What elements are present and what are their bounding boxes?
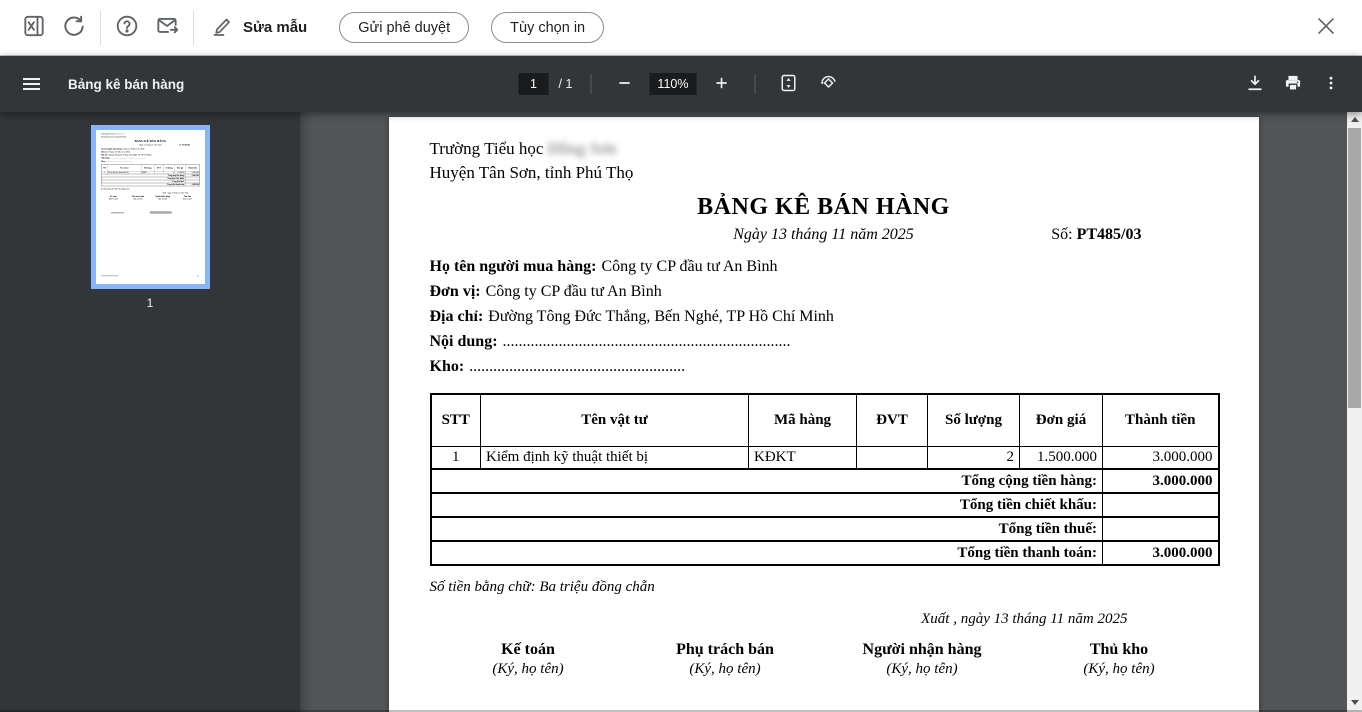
send-approval-button[interactable]: Gửi phê duyệt [339,12,469,43]
print-icon [1283,73,1303,96]
table-header-row: STT Tên vật tư Mã hàng ĐVT Số lượng Đơn … [431,394,1219,446]
fit-page-button[interactable] [773,69,803,99]
edit-pencil-icon [210,14,234,42]
send-mail-icon [154,13,180,42]
document-number: Số: PT485/03 [1051,226,1141,244]
page-number-input[interactable]: 1 [519,73,549,95]
total-discount-row: Tổng tiền chiết khấu: [431,493,1219,517]
document-title: BẢNG KÊ BÁN HÀNG [430,194,1218,221]
org-name-line: Trường Tiểu học Đồng Sơn [430,137,1218,161]
redacted-school-name: Đồng Sơn [548,139,617,158]
total-tax-row: Tổng tiền thuế: [431,517,1219,541]
pdf-page-controls: 1 / 1 110% [519,56,844,112]
issue-date-line: Xuất , ngày 13 tháng 11 năm 2025 [430,611,1218,628]
rotate-button[interactable] [813,69,843,99]
signature-row: Kế toán (Ký, họ tên) Phụ trách bán (Ký, … [430,641,1218,678]
date-row: Ngày 13 tháng 11 năm 2025 Số: PT485/03 [430,226,1218,247]
signature-receiver: Người nhận hàng (Ký, họ tên) [824,641,1021,678]
total-payment-row: Tổng tiền thanh toán: 3.000.000 [431,541,1219,565]
zoom-out-icon [615,74,633,95]
edit-template-button[interactable]: Sửa mẫu [200,8,317,48]
download-button[interactable] [1240,69,1270,99]
signature-sales: Phụ trách bán (Ký, họ tên) [627,641,824,678]
fit-page-icon [778,73,798,96]
edit-template-label: Sửa mẫu [243,19,307,36]
info-content: Nội dung:...............................… [430,329,1218,354]
more-options-icon [1322,74,1340,95]
signature-storekeeper: Thủ kho (Ký, họ tên) [1021,641,1218,678]
pdf-action-buttons [1240,69,1362,99]
col-stt: STT [431,394,481,446]
refresh-icon [61,13,87,42]
send-mail-button[interactable] [147,8,187,48]
pdf-viewer: Trường Tiểu học Đồng Sơn Huyện Tân Sơn, … [0,112,1362,712]
signature-accountant: Kế toán (Ký, họ tên) [430,641,627,678]
toolbar-separator [590,74,591,94]
thumbnail-sidebar: Trường Tiểu học Đồng Sơn Huyện Tân Sơn, … [0,112,300,712]
page-count-label: / 1 [559,77,573,91]
info-unit: Đơn vị:Công ty CP đầu tư An Bình [430,279,1218,304]
help-icon [114,13,140,42]
vertical-scrollbar[interactable] [1347,112,1362,712]
toolbar-divider [193,11,194,45]
more-options-button[interactable] [1316,69,1346,99]
table-row: 1 Kiểm định kỹ thuật thiết bị KĐKT 2 1.5… [431,446,1219,469]
col-unit-price: Đơn giá [1020,394,1103,446]
info-warehouse: Kho:....................................… [430,354,1218,379]
scrollbar-up-button[interactable] [1347,112,1362,127]
pdf-toolbar: Bảng kê bán hàng 1 / 1 110% [0,56,1362,112]
close-button[interactable] [1304,6,1348,50]
thumbnail-page-number: 1 [147,296,154,310]
page-thumbnail[interactable]: Trường Tiểu học Đồng Sơn Huyện Tân Sơn, … [91,125,210,289]
col-item-code: Mã hàng [749,394,857,446]
total-goods-row: Tổng cộng tiền hàng: 3.000.000 [431,469,1219,493]
org-district-line: Huyện Tân Sơn, tỉnh Phú Thọ [430,161,1218,185]
buyer-info: Họ tên người mua hàng:Công ty CP đầu tư … [430,254,1218,379]
close-icon [1313,13,1339,42]
pdf-document-title: Bảng kê bán hàng [68,77,184,92]
info-address: Địa chỉ:Đường Tông Đức Thắng, Bến Nghé, … [430,304,1218,329]
refresh-button[interactable] [54,8,94,48]
download-icon [1245,73,1265,96]
zoom-in-button[interactable] [706,69,736,99]
document-page: Trường Tiểu học Đồng Sơn Huyện Tân Sơn, … [389,117,1259,712]
col-unit: ĐVT [857,394,928,446]
scrollbar-down-button[interactable] [1347,695,1362,710]
sidebar-menu-button[interactable] [8,64,54,104]
print-options-button[interactable]: Tùy chọn in [491,12,604,43]
document-date: Ngày 13 tháng 11 năm 2025 [733,226,914,243]
zoom-out-button[interactable] [609,69,639,99]
print-button[interactable] [1278,69,1308,99]
col-item-name: Tên vật tư [481,394,749,446]
col-quantity: Số lượng [928,394,1020,446]
toolbar-separator [754,74,755,94]
page-thumbnail-preview: Trường Tiểu học Đồng Sơn Huyện Tân Sơn, … [96,130,110,284]
top-toolbar: Sửa mẫu Gửi phê duyệt Tùy chọn in [0,0,1362,56]
rotate-icon [818,73,838,96]
info-buyer-name: Họ tên người mua hàng:Công ty CP đầu tư … [430,254,1218,279]
amount-in-words: Số tiền bằng chữ: Ba triệu đồng chẵn [430,579,1218,596]
col-amount: Thành tiền [1103,394,1219,446]
export-excel-button[interactable] [14,8,54,48]
document-area: Trường Tiểu học Đồng Sơn Huyện Tân Sơn, … [300,112,1347,712]
zoom-in-icon [712,74,730,95]
goods-table: STT Tên vật tư Mã hàng ĐVT Số lượng Đơn … [430,393,1220,566]
help-button[interactable] [107,8,147,48]
excel-export-icon [21,13,47,42]
zoom-level-display: 110% [649,73,696,95]
scrollbar-thumb[interactable] [1348,128,1361,408]
toolbar-divider [100,11,101,45]
